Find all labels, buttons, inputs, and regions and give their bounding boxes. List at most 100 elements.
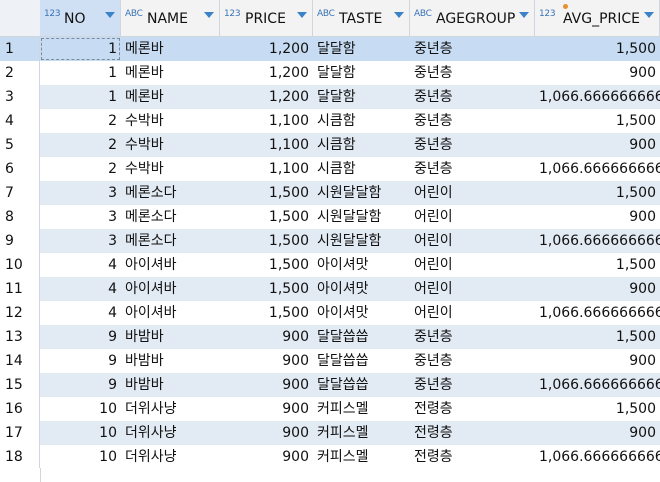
cell-price[interactable]: 1,100 [220, 109, 313, 133]
cell-taste[interactable]: 시큼함 [313, 157, 410, 181]
cell-no[interactable]: 3 [40, 205, 121, 229]
cell-name[interactable]: 메론소다 [121, 181, 220, 205]
table-row[interactable]: 5 2 수박바 1,100 시큼함 중년층 900 [0, 133, 660, 157]
cell-price[interactable]: 900 [220, 325, 313, 349]
cell-name[interactable]: 메론바 [121, 85, 220, 109]
table-row[interactable]: 10 4 아이셔바 1,500 아이셔맛 어린이 1,500 [0, 253, 660, 277]
cell-avg-price[interactable]: 900 [535, 205, 660, 229]
table-row[interactable]: 18 10 더위사냥 900 커피스멜 전령층 1,066.6666666667 [0, 445, 660, 469]
cell-agegroup[interactable]: 어린이 [410, 301, 535, 325]
row-number[interactable]: 5 [0, 133, 40, 157]
cell-taste[interactable]: 달달씁씁 [313, 349, 410, 373]
cell-avg-price[interactable]: 900 [535, 133, 660, 157]
table-row[interactable]: 13 9 바밤바 900 달달씁씁 중년층 1,500 [0, 325, 660, 349]
cell-agegroup[interactable]: 중년층 [410, 109, 535, 133]
sort-filter-dropdown-icon[interactable] [394, 12, 404, 18]
cell-avg-price[interactable]: 1,066.6666666667 [535, 445, 660, 469]
cell-taste[interactable]: 커피스멜 [313, 397, 410, 421]
cell-price[interactable]: 1,100 [220, 157, 313, 181]
cell-price[interactable]: 1,200 [220, 61, 313, 85]
cell-taste[interactable]: 커피스멜 [313, 421, 410, 445]
cell-price[interactable]: 900 [220, 349, 313, 373]
table-row[interactable]: 14 9 바밤바 900 달달씁씁 중년층 900 [0, 349, 660, 373]
table-row[interactable]: 3 1 메론바 1,200 달달함 중년층 1,066.6666666667 [0, 85, 660, 109]
cell-taste[interactable]: 달달씁씁 [313, 373, 410, 397]
cell-price[interactable]: 1,500 [220, 229, 313, 253]
table-row[interactable]: 7 3 메론소다 1,500 시원달달함 어린이 1,500 [0, 181, 660, 205]
cell-price[interactable]: 1,200 [220, 37, 313, 61]
cell-agegroup[interactable]: 중년층 [410, 37, 535, 61]
row-number[interactable]: 16 [0, 397, 40, 421]
cell-avg-price[interactable]: 1,066.6666666667 [535, 229, 660, 253]
cell-taste[interactable]: 달달함 [313, 85, 410, 109]
cell-price[interactable]: 1,500 [220, 181, 313, 205]
cell-taste[interactable]: 시원달달함 [313, 229, 410, 253]
cell-avg-price[interactable]: 1,500 [535, 253, 660, 277]
cell-name[interactable]: 바밤바 [121, 349, 220, 373]
cell-avg-price[interactable]: 1,500 [535, 109, 660, 133]
cell-no[interactable]: 2 [40, 109, 121, 133]
cell-agegroup[interactable]: 중년층 [410, 325, 535, 349]
cell-agegroup[interactable]: 중년층 [410, 61, 535, 85]
cell-taste[interactable]: 달달씁씁 [313, 325, 410, 349]
cell-agegroup[interactable]: 어린이 [410, 205, 535, 229]
cell-avg-price[interactable]: 1,500 [535, 181, 660, 205]
cell-agegroup[interactable]: 중년층 [410, 373, 535, 397]
cell-taste[interactable]: 커피스멜 [313, 445, 410, 469]
cell-agegroup[interactable]: 전령층 [410, 421, 535, 445]
row-number[interactable]: 15 [0, 373, 40, 397]
cell-no[interactable]: 2 [40, 133, 121, 157]
result-grid[interactable]: 123 NO ABC NAME 123 PRICE ABC TASTE ABC AGEGROUP 1… [0, 0, 660, 482]
cell-avg-price[interactable]: 900 [535, 277, 660, 301]
cell-avg-price[interactable]: 900 [535, 61, 660, 85]
row-number[interactable]: 11 [0, 277, 40, 301]
cell-price[interactable]: 1,500 [220, 253, 313, 277]
cell-taste[interactable]: 시원달달함 [313, 181, 410, 205]
table-row[interactable]: 2 1 메론바 1,200 달달함 중년층 900 [0, 61, 660, 85]
cell-name[interactable]: 수박바 [121, 133, 220, 157]
cell-name[interactable]: 바밤바 [121, 325, 220, 349]
cell-name[interactable]: 메론바 [121, 37, 220, 61]
column-header-avg-price[interactable]: 123 AVG_PRICE [535, 0, 660, 36]
cell-no[interactable]: 4 [40, 253, 121, 277]
column-header-agegroup[interactable]: ABC AGEGROUP [410, 0, 535, 36]
sort-filter-dropdown-icon[interactable] [519, 12, 529, 18]
cell-no[interactable]: 3 [40, 229, 121, 253]
sort-filter-dropdown-icon[interactable] [644, 12, 654, 18]
cell-name[interactable]: 메론소다 [121, 205, 220, 229]
cell-agegroup[interactable]: 중년층 [410, 85, 535, 109]
header-corner[interactable] [0, 0, 41, 36]
table-row[interactable]: 8 3 메론소다 1,500 시원달달함 어린이 900 [0, 205, 660, 229]
cell-agegroup[interactable]: 중년층 [410, 349, 535, 373]
column-header-name[interactable]: ABC NAME [121, 0, 220, 36]
cell-avg-price[interactable]: 1,066.6666666667 [535, 85, 660, 109]
row-number[interactable]: 7 [0, 181, 40, 205]
cell-no[interactable]: 4 [40, 277, 121, 301]
cell-avg-price[interactable]: 1,500 [535, 325, 660, 349]
cell-taste[interactable]: 아이셔맛 [313, 277, 410, 301]
cell-agegroup[interactable]: 전령층 [410, 397, 535, 421]
cell-no[interactable]: 10 [40, 397, 121, 421]
table-row[interactable]: 11 4 아이셔바 1,500 아이셔맛 어린이 900 [0, 277, 660, 301]
cell-taste[interactable]: 시큼함 [313, 133, 410, 157]
cell-price[interactable]: 1,500 [220, 277, 313, 301]
cell-avg-price[interactable]: 1,066.6666666667 [535, 301, 660, 325]
cell-name[interactable]: 아이셔바 [121, 277, 220, 301]
cell-avg-price[interactable]: 1,500 [535, 397, 660, 421]
cell-no[interactable]: 9 [40, 349, 121, 373]
cell-no[interactable]: 1 [40, 85, 121, 109]
sort-filter-dropdown-icon[interactable] [297, 12, 307, 18]
cell-agegroup[interactable]: 중년층 [410, 133, 535, 157]
cell-price[interactable]: 900 [220, 445, 313, 469]
cell-price[interactable]: 900 [220, 373, 313, 397]
row-number[interactable]: 2 [0, 61, 40, 85]
row-number[interactable]: 13 [0, 325, 40, 349]
row-number[interactable]: 4 [0, 109, 40, 133]
cell-price[interactable]: 1,500 [220, 205, 313, 229]
cell-agegroup[interactable]: 전령층 [410, 445, 535, 469]
cell-no[interactable]: 1 [40, 61, 121, 85]
cell-no[interactable]: 9 [40, 373, 121, 397]
cell-name[interactable]: 아이셔바 [121, 301, 220, 325]
table-row[interactable]: 17 10 더위사냥 900 커피스멜 전령층 900 [0, 421, 660, 445]
cell-price[interactable]: 1,100 [220, 133, 313, 157]
